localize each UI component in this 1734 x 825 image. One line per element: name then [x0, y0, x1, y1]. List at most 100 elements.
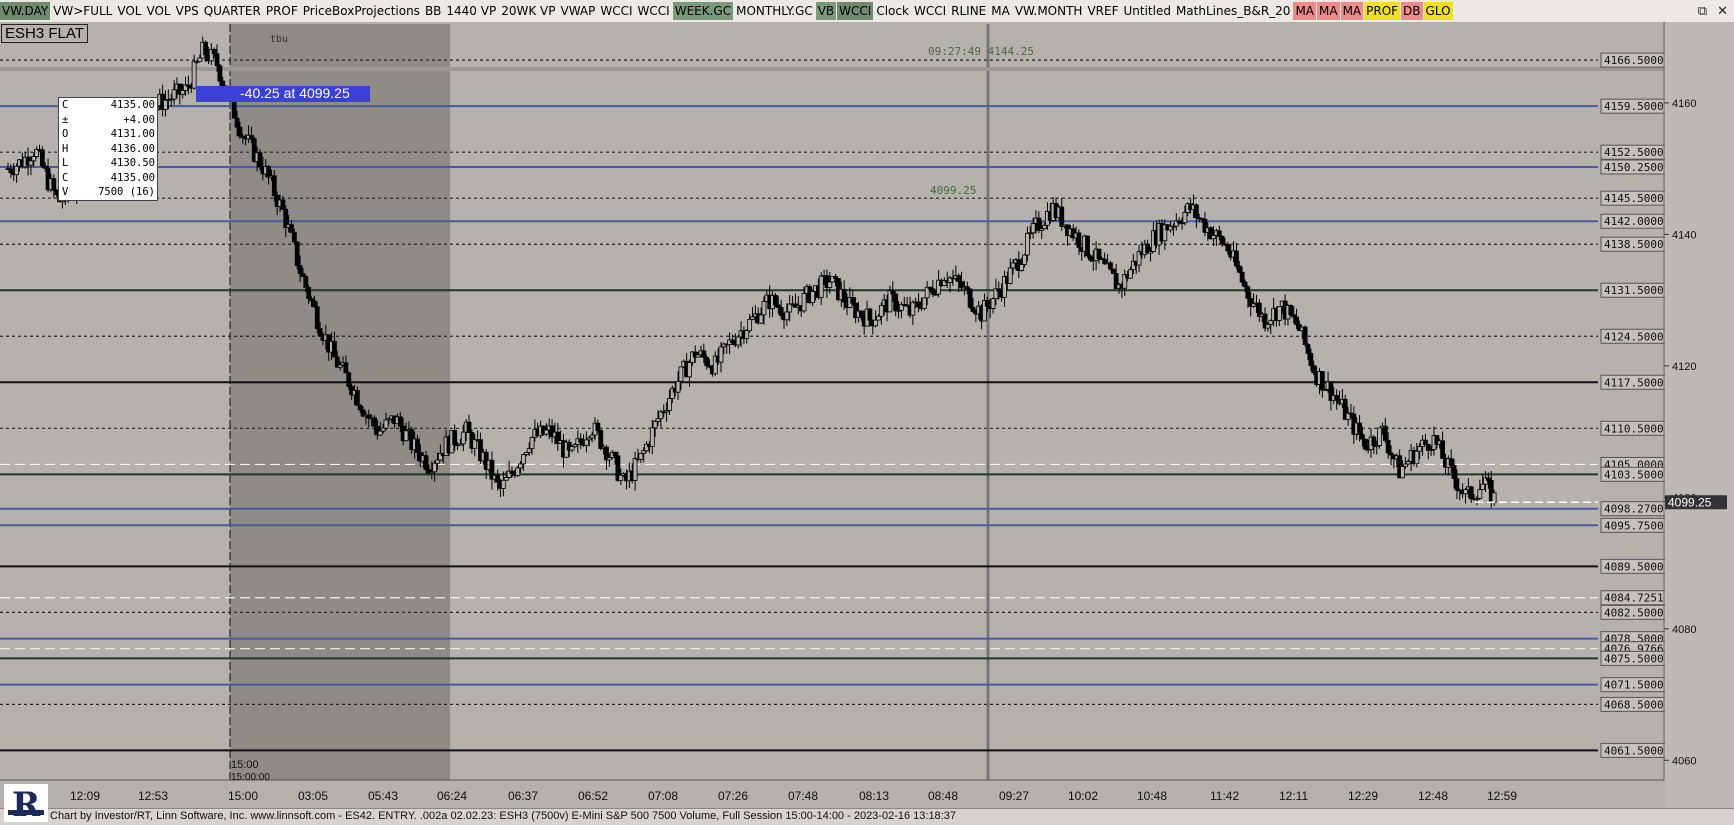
- candle-body: [1362, 438, 1368, 450]
- toolbar-button-9[interactable]: 1440 VP: [444, 2, 498, 20]
- candle-body: [1128, 269, 1133, 279]
- close-icon[interactable]: ✕: [1717, 4, 1728, 19]
- toolbar-button-24[interactable]: Untitled: [1121, 2, 1172, 20]
- toolbar-button-1[interactable]: VW>FULL: [51, 2, 114, 20]
- restore-icon[interactable]: ⧉: [1698, 4, 1707, 19]
- toolbar-button-15[interactable]: MONTHLY.GC: [734, 2, 815, 20]
- candle-body: [503, 477, 509, 481]
- ohlc-key: ±: [62, 113, 69, 126]
- candle-body: [460, 431, 466, 445]
- toolbar-button-30[interactable]: DB: [1401, 2, 1423, 20]
- svg-text:R: R: [12, 785, 41, 822]
- candle-body: [701, 350, 707, 358]
- candle-body: [655, 418, 661, 422]
- candle-body: [383, 419, 389, 429]
- toolbar-button-12[interactable]: WCCI: [598, 2, 634, 20]
- candle-body: [203, 41, 208, 56]
- candle-body: [1305, 344, 1311, 354]
- candle-body: [773, 294, 778, 306]
- toolbar-button-6[interactable]: PROF: [264, 2, 300, 20]
- candle-body: [529, 436, 535, 450]
- candle-body: [675, 380, 681, 393]
- toolbar-button-3[interactable]: VOL: [144, 2, 172, 20]
- candle-body: [612, 451, 618, 457]
- toolbar-button-13[interactable]: WCCI: [636, 2, 672, 20]
- candle-body: [1371, 436, 1377, 447]
- candle-body: [518, 463, 523, 469]
- toolbar-button-19[interactable]: WCCI: [912, 2, 948, 20]
- candle-body: [1007, 267, 1013, 284]
- toolbar-button-21[interactable]: MA: [989, 2, 1012, 20]
- candle-body: [784, 311, 790, 321]
- candle-body: [280, 199, 286, 210]
- toolbar-button-20[interactable]: RLINE: [949, 2, 988, 20]
- candle-body: [1010, 262, 1016, 269]
- ohlc-key: C: [62, 99, 69, 111]
- toolbar-button-11[interactable]: VWAP: [558, 2, 597, 20]
- candle-body: [297, 265, 303, 274]
- candle-body: [1225, 244, 1231, 252]
- price-chart[interactable]: 4166.5000 4159.5000 4152.5000 4150.2500 4145…: [0, 22, 1734, 808]
- ohlc-value: 4131.00: [110, 128, 155, 140]
- x-tick-label: 12:59: [1487, 789, 1517, 803]
- toolbar-button-29[interactable]: PROF: [1364, 2, 1401, 20]
- price-level-label: 4131.5000: [1604, 284, 1664, 297]
- toolbar-button-25[interactable]: MathLines_B&R_20: [1174, 2, 1292, 20]
- price-level-label: 4138.5000: [1604, 238, 1664, 251]
- toolbar-button-0[interactable]: VW.DAY: [0, 2, 51, 20]
- candle-body: [432, 462, 438, 473]
- ohlc-key: H: [62, 142, 69, 155]
- toolbar-button-8[interactable]: BB: [423, 2, 443, 20]
- candle-body: [1236, 265, 1242, 273]
- candle-body: [858, 310, 864, 318]
- y-tick-label: 4160: [1672, 98, 1696, 110]
- candle-body: [967, 288, 973, 308]
- candle-body: [1360, 434, 1365, 440]
- candle-body: [1385, 440, 1391, 454]
- ohlc-value: 4135.00: [110, 171, 155, 184]
- x-tick-label: 08:13: [859, 789, 889, 803]
- toolbar-button-5[interactable]: QUARTER: [202, 2, 263, 20]
- toolbar-button-28[interactable]: MA: [1340, 2, 1364, 20]
- toolbar-button-31[interactable]: GLO: [1423, 2, 1453, 20]
- candle-body: [452, 430, 458, 446]
- investor-rt-logo-icon: R: [4, 784, 48, 822]
- toolbar-button-26[interactable]: MA: [1293, 2, 1316, 20]
- toolbar-button-23[interactable]: VREF: [1085, 2, 1120, 20]
- toolbar-button-2[interactable]: VOL: [115, 2, 143, 20]
- toolbar-button-22[interactable]: VW.MONTH: [1013, 2, 1085, 20]
- candle-body: [343, 362, 349, 374]
- candle-body: [372, 417, 377, 427]
- x-tick-label: 06:24: [437, 789, 467, 803]
- candle-body: [1302, 326, 1308, 345]
- candle-body: [1265, 323, 1271, 329]
- toolbar-button-18[interactable]: Clock: [874, 2, 911, 20]
- candle-body: [1377, 427, 1382, 446]
- annotation-price: 4099.25: [930, 184, 976, 197]
- toolbar-button-16[interactable]: VB: [815, 2, 837, 20]
- toolbar-button-10[interactable]: 20WK VP: [499, 2, 557, 20]
- toolbar-button-14[interactable]: WEEK.GC: [672, 2, 734, 20]
- toolbar-button-4[interactable]: VPS: [174, 2, 201, 20]
- ohlc-row: O 4131.00: [59, 127, 157, 142]
- ohlc-key: O: [62, 128, 69, 140]
- candle-body: [632, 458, 638, 481]
- candle-body: [423, 455, 429, 470]
- x-tick-label: 06:52: [578, 789, 608, 803]
- candle-body: [317, 328, 323, 336]
- candle-body: [39, 149, 45, 167]
- candle-body: [744, 330, 750, 339]
- candle-body: [526, 448, 532, 453]
- candle-body: [1448, 458, 1454, 466]
- toolbar-button-7[interactable]: PriceBoxProjections: [301, 2, 422, 20]
- candle-body: [521, 454, 526, 465]
- candle-body: [990, 298, 996, 309]
- toolbar-button-17[interactable]: WCCI: [837, 2, 874, 20]
- price-level-label: 4095.7500: [1604, 519, 1664, 532]
- ohlc-value: 4130.50: [110, 157, 155, 169]
- candle-body: [1477, 489, 1483, 499]
- candle-body: [704, 356, 710, 367]
- price-level-label: 4110.5000: [1604, 422, 1664, 435]
- toolbar-button-27[interactable]: MA: [1317, 2, 1340, 20]
- status-text: Chart by Investor/RT, Linn Software, Inc…: [50, 810, 956, 822]
